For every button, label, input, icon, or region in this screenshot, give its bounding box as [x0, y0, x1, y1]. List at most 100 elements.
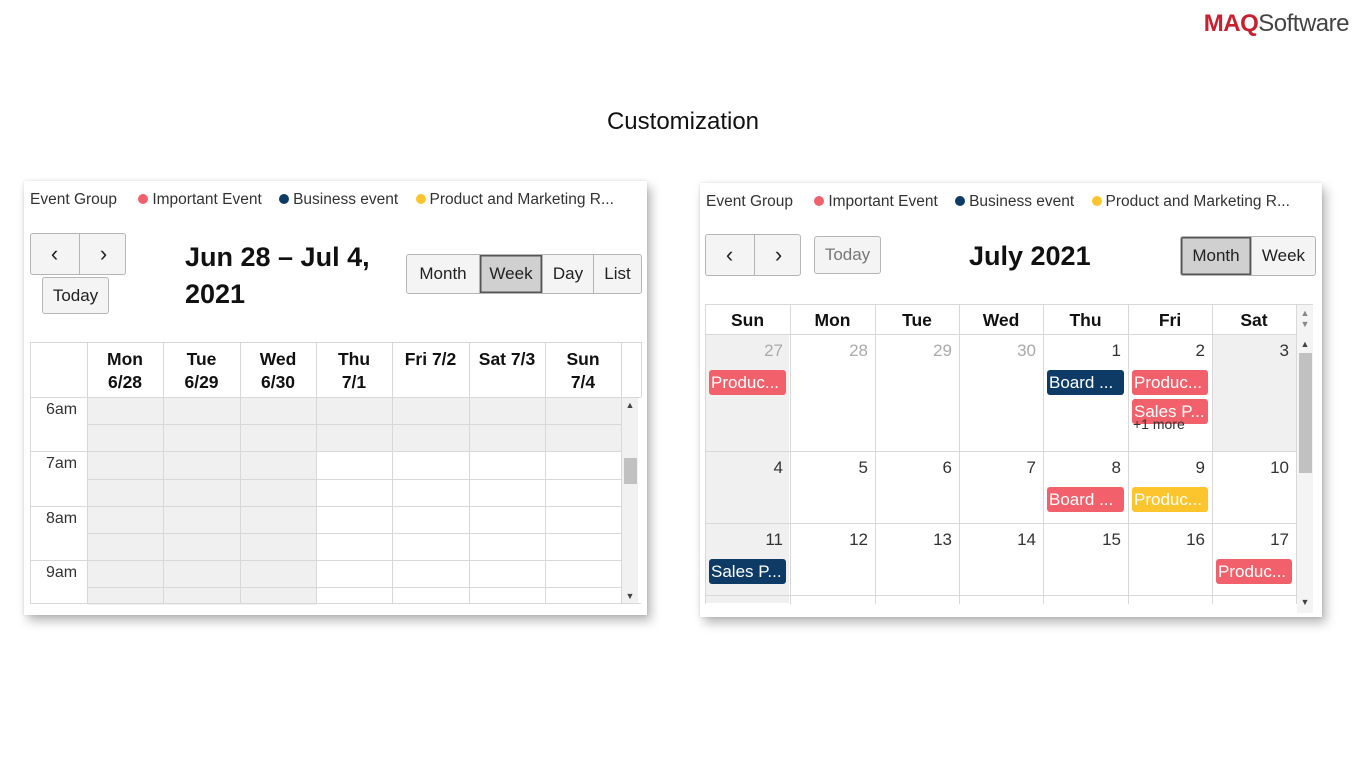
slot-line	[30, 560, 621, 561]
day-number[interactable]: 5	[790, 458, 868, 478]
legend-item-business[interactable]: Business event	[955, 193, 1074, 210]
day-header-line2: 7/4	[570, 372, 596, 392]
day-number[interactable]: 14	[959, 530, 1036, 550]
view-list-button[interactable]: List	[594, 255, 641, 293]
legend-item-business[interactable]: Business event	[279, 191, 398, 208]
scrollbar-thumb[interactable]	[624, 458, 637, 484]
grid-line	[705, 523, 1296, 524]
day-number[interactable]: 2	[1128, 341, 1205, 361]
day-number[interactable]: 15	[1043, 530, 1121, 550]
day-number[interactable]: 16	[1128, 530, 1205, 550]
calendar-event[interactable]: Board ...	[1047, 370, 1124, 395]
day-number[interactable]: 17	[1212, 530, 1289, 550]
time-label: 7am	[46, 455, 78, 472]
day-number[interactable]: 27	[705, 341, 783, 361]
day-number[interactable]: 11	[705, 530, 783, 550]
prev-button[interactable]: ‹	[31, 234, 78, 274]
day-column-header[interactable]: Fri 7/2	[392, 348, 469, 371]
weekday-header: Mon	[814, 310, 851, 330]
legend-item-important[interactable]: Important Event	[814, 193, 938, 210]
slot-line	[30, 451, 621, 452]
nav-button-group: ‹ ›	[705, 234, 801, 276]
chevron-right-icon: ›	[774, 242, 783, 267]
day-header-line1: Thu	[337, 349, 371, 369]
scroll-down-arrow-icon[interactable]: ▼	[622, 591, 638, 601]
week-range-line1: Jun 28 – Jul 4,	[185, 242, 370, 272]
calendar-event[interactable]: Produc...	[709, 370, 786, 395]
view-month-button[interactable]: Month	[407, 255, 480, 293]
day-number[interactable]: 13	[875, 530, 952, 550]
view-day-button[interactable]: Day	[543, 255, 594, 293]
scrollbar-thumb[interactable]	[1299, 353, 1312, 473]
day-column-header[interactable]: Wed 6/30	[240, 348, 316, 394]
vertical-scrollbar[interactable]: ▲ ▼	[622, 398, 638, 603]
day-column-header[interactable]: Tue 6/29	[163, 348, 240, 394]
calendar-event[interactable]: Sales P...	[709, 559, 786, 584]
next-button[interactable]: ›	[79, 234, 127, 274]
day-column-header[interactable]: Sat 7/3	[469, 348, 545, 371]
day-number[interactable]: 10	[1212, 458, 1289, 478]
legend-label: Important Event	[828, 193, 938, 210]
day-number[interactable]: 1	[1043, 341, 1121, 361]
day-column-header[interactable]: Sun 7/4	[545, 348, 621, 394]
day-header-line1: Sat 7/3	[478, 349, 536, 369]
maq-software-logo: MAQSoftware	[1203, 10, 1350, 38]
today-button[interactable]: Today	[42, 277, 109, 314]
more-events-link[interactable]: +1 more	[1133, 416, 1185, 432]
view-switcher: Month Week Day List	[406, 254, 642, 294]
day-number[interactable]: 7	[959, 458, 1036, 478]
grid-line	[705, 304, 1312, 305]
calendar-event[interactable]: Produc...	[1216, 559, 1292, 584]
legend-item-product[interactable]: Product and Marketing R...	[1091, 193, 1290, 210]
next-button[interactable]: ›	[754, 235, 802, 275]
weekday-header: Wed	[982, 310, 1020, 330]
week-view-calendar: Event Group Important Event Business eve…	[24, 181, 647, 615]
view-week-button[interactable]: Week	[480, 255, 543, 293]
scroll-down-arrow-icon[interactable]: ▼	[1297, 597, 1313, 607]
scroll-up-arrow-icon[interactable]: ▲	[622, 400, 638, 410]
legend-item-product[interactable]: Product and Marketing R...	[415, 191, 614, 208]
logo-maq: MAQ	[1203, 10, 1259, 37]
view-week-button[interactable]: Week	[1252, 237, 1315, 275]
day-number[interactable]: 4	[705, 458, 783, 478]
legend-title: Event Group	[706, 193, 794, 210]
day-column-header[interactable]: Thu 7/1	[316, 348, 392, 394]
view-switcher: Month Week	[1180, 236, 1316, 276]
day-header-line2: 6/28	[107, 372, 143, 392]
legend-title: Event Group	[30, 191, 118, 208]
slot-line	[30, 506, 621, 507]
calendar-event[interactable]: Board ...	[1047, 487, 1124, 512]
grid-line	[30, 342, 31, 604]
day-number[interactable]: 3	[1212, 341, 1289, 361]
day-header-line1: Fri 7/2	[404, 349, 457, 369]
scroll-up-arrow-icon[interactable]: ▲	[1297, 339, 1313, 349]
scroll-up-arrow-icon[interactable]: ▲	[1297, 308, 1313, 318]
calendar-event[interactable]: Produc...	[1132, 487, 1208, 512]
day-number[interactable]: 9	[1128, 458, 1205, 478]
view-month-button[interactable]: Month	[1181, 237, 1252, 275]
day-column-header[interactable]: Mon 6/28	[87, 348, 163, 394]
calendar-event[interactable]: Produc...	[1132, 370, 1208, 395]
scroll-down-arrow-icon[interactable]: ▼	[1297, 319, 1313, 329]
day-number[interactable]: 6	[875, 458, 952, 478]
dot-icon	[415, 194, 426, 204]
page-title: Customization	[606, 108, 760, 135]
dot-icon	[279, 194, 290, 204]
day-number[interactable]: 29	[875, 341, 952, 361]
vertical-scrollbar[interactable]: ▲ ▼ ▲ ▼	[1297, 305, 1313, 613]
grid-line	[705, 334, 1296, 335]
today-button[interactable]: Today	[814, 236, 881, 274]
day-header-line2: 6/30	[260, 372, 296, 392]
day-number[interactable]: 8	[1043, 458, 1121, 478]
legend-label: Business event	[969, 193, 1075, 210]
prev-button[interactable]: ‹	[706, 235, 753, 275]
dot-icon	[814, 196, 825, 206]
day-number[interactable]: 28	[790, 341, 868, 361]
day-number[interactable]: 30	[959, 341, 1036, 361]
grid-line	[469, 342, 470, 604]
slot-line	[87, 533, 621, 534]
legend-item-important[interactable]: Important Event	[138, 191, 262, 208]
weekday-header: Sun	[730, 310, 765, 330]
day-header-line1: Wed	[259, 349, 297, 369]
day-number[interactable]: 12	[790, 530, 868, 550]
